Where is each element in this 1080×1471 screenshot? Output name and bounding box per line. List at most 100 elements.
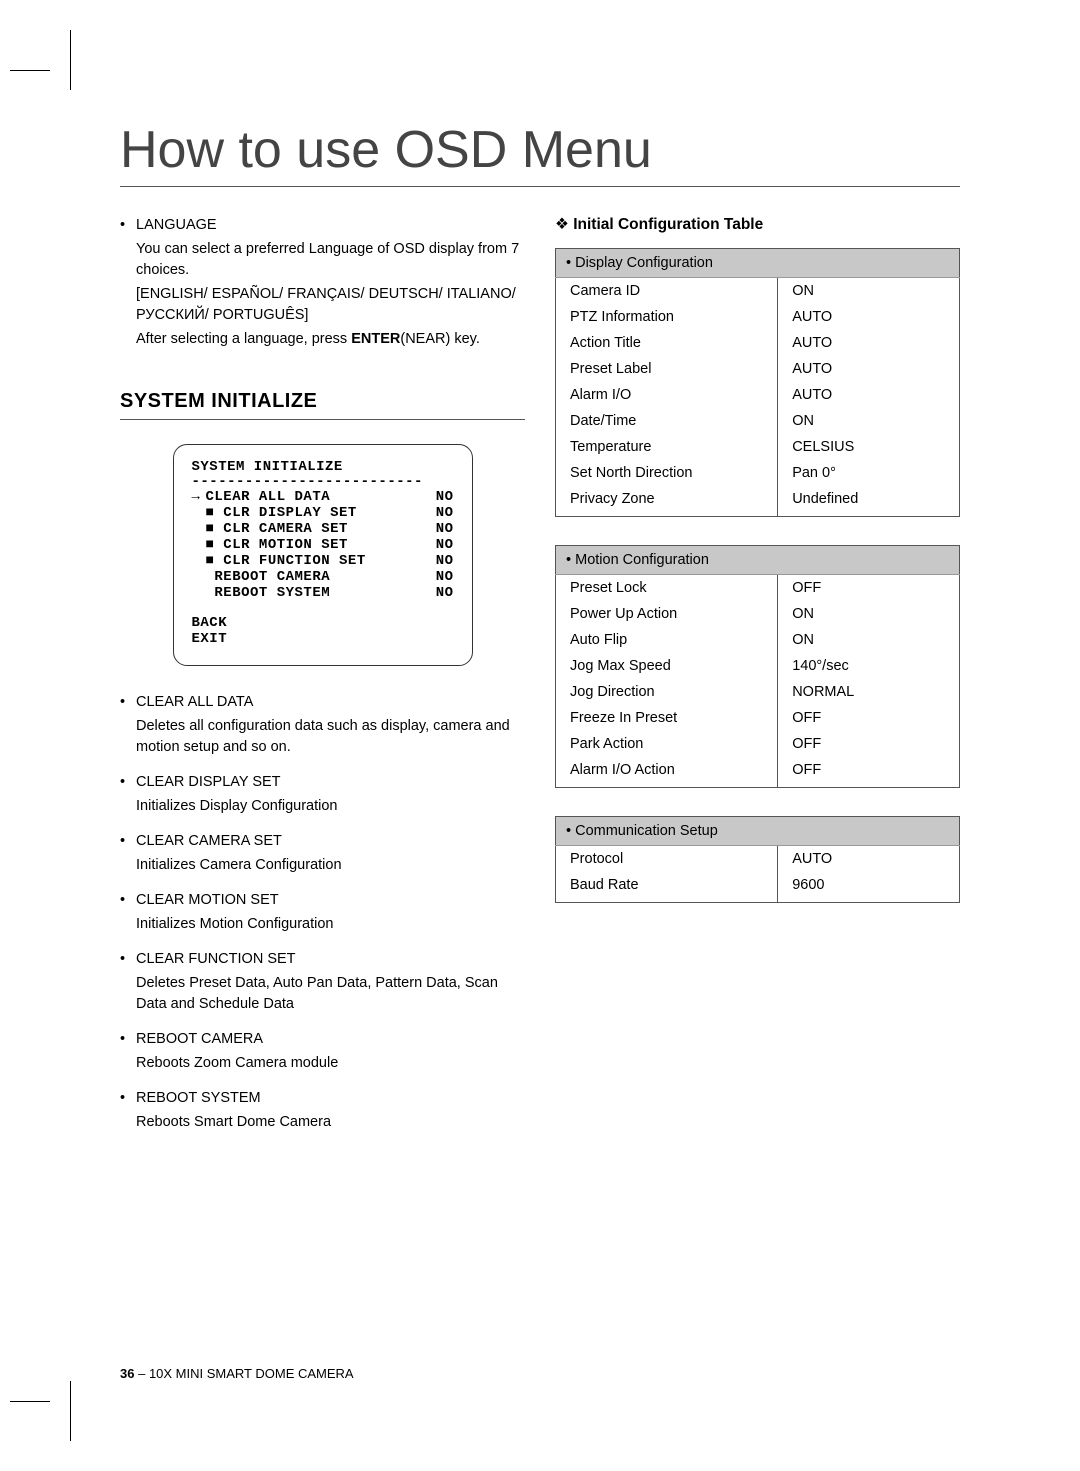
item-desc: Deletes all configuration data such as d… bbox=[136, 713, 525, 758]
cell: Undefined bbox=[778, 486, 960, 517]
item-desc: Initializes Camera Configuration bbox=[136, 852, 525, 876]
item-label: CLEAR CAMERA SET bbox=[136, 831, 525, 852]
osd-row: ■ CLR MOTION SETNO bbox=[192, 537, 454, 553]
item-desc: Deletes Preset Data, Auto Pan Data, Patt… bbox=[136, 970, 525, 1015]
right-column: Initial Configuration Table Display Conf… bbox=[555, 215, 960, 1147]
osd-row: →CLEAR ALL DATANO bbox=[192, 489, 454, 505]
osd-row: REBOOT CAMERANO bbox=[192, 569, 454, 585]
table-row: Auto FlipON bbox=[556, 627, 960, 653]
communication-setup-table: Communication Setup ProtocolAUTO Baud Ra… bbox=[555, 816, 960, 903]
cell: Pan 0° bbox=[778, 460, 960, 486]
cell: Camera ID bbox=[556, 278, 778, 305]
item-desc: Initializes Display Configuration bbox=[136, 793, 525, 817]
list-item: REBOOT CAMERAReboots Zoom Camera module bbox=[136, 1029, 525, 1074]
table-row: Privacy ZoneUndefined bbox=[556, 486, 960, 517]
section-title-system-initialize: SYSTEM INITIALIZE bbox=[120, 390, 525, 420]
cell: OFF bbox=[778, 705, 960, 731]
cell: Preset Label bbox=[556, 356, 778, 382]
list-item: CLEAR ALL DATADeletes all configuration … bbox=[136, 692, 525, 758]
osd-label: CLR MOTION SET bbox=[214, 537, 348, 553]
table-row: Preset LockOFF bbox=[556, 575, 960, 602]
cell: Set North Direction bbox=[556, 460, 778, 486]
osd-label: REBOOT CAMERA bbox=[206, 569, 331, 585]
table-row: Date/TimeON bbox=[556, 408, 960, 434]
osd-label: REBOOT SYSTEM bbox=[206, 585, 331, 601]
table-row: Preset LabelAUTO bbox=[556, 356, 960, 382]
item-desc: Initializes Motion Configuration bbox=[136, 911, 525, 935]
cell: OFF bbox=[778, 731, 960, 757]
cell: PTZ Information bbox=[556, 304, 778, 330]
item-desc: Reboots Zoom Camera module bbox=[136, 1050, 525, 1074]
cell: CELSIUS bbox=[778, 434, 960, 460]
item-desc: Reboots Smart Dome Camera bbox=[136, 1109, 525, 1133]
cell: Preset Lock bbox=[556, 575, 778, 602]
item-label: CLEAR ALL DATA bbox=[136, 692, 525, 713]
osd-label: CLEAR ALL DATA bbox=[206, 489, 331, 505]
osd-row: REBOOT SYSTEMNO bbox=[192, 585, 454, 601]
cell: Privacy Zone bbox=[556, 486, 778, 517]
osd-row: ■ CLR FUNCTION SETNO bbox=[192, 553, 454, 569]
table-row: Park ActionOFF bbox=[556, 731, 960, 757]
cell: AUTO bbox=[778, 846, 960, 873]
table-row: Freeze In PresetOFF bbox=[556, 705, 960, 731]
product-name: 10X MINI SMART DOME CAMERA bbox=[149, 1366, 354, 1381]
cell: Freeze In Preset bbox=[556, 705, 778, 731]
cell: AUTO bbox=[778, 330, 960, 356]
text: After selecting a language, press bbox=[136, 331, 351, 347]
osd-value: NO bbox=[436, 505, 454, 521]
cell: NORMAL bbox=[778, 679, 960, 705]
table-row: Set North DirectionPan 0° bbox=[556, 460, 960, 486]
cell: Jog Direction bbox=[556, 679, 778, 705]
enter-key-label: ENTER bbox=[351, 331, 400, 347]
osd-value: NO bbox=[436, 553, 454, 569]
table-row: Jog Max Speed140°/sec bbox=[556, 653, 960, 679]
osd-exit: EXIT bbox=[192, 631, 454, 647]
config-table-heading: Initial Configuration Table bbox=[555, 215, 960, 234]
osd-separator bbox=[192, 475, 454, 489]
cell: ON bbox=[778, 627, 960, 653]
list-item: CLEAR FUNCTION SETDeletes Preset Data, A… bbox=[136, 949, 525, 1015]
list-item: CLEAR MOTION SETInitializes Motion Confi… bbox=[136, 890, 525, 935]
cell: Baud Rate bbox=[556, 872, 778, 903]
cell: AUTO bbox=[778, 304, 960, 330]
item-desc: After selecting a language, press ENTER(… bbox=[136, 326, 525, 350]
table-row: Action TitleAUTO bbox=[556, 330, 960, 356]
cell: ON bbox=[778, 601, 960, 627]
osd-value: NO bbox=[436, 521, 454, 537]
item-label: CLEAR DISPLAY SET bbox=[136, 772, 525, 793]
cell: OFF bbox=[778, 757, 960, 788]
table-row: PTZ InformationAUTO bbox=[556, 304, 960, 330]
arrow-icon: → bbox=[192, 489, 206, 505]
left-column: LANGUAGE You can select a preferred Lang… bbox=[120, 215, 525, 1147]
page-footer: 36 – 10X MINI SMART DOME CAMERA bbox=[120, 1366, 354, 1381]
cell: Date/Time bbox=[556, 408, 778, 434]
page-title: How to use OSD Menu bbox=[120, 120, 960, 187]
osd-row: ■ CLR DISPLAY SETNO bbox=[192, 505, 454, 521]
motion-config-table: Motion Configuration Preset LockOFF Powe… bbox=[555, 545, 960, 788]
crop-mark bbox=[10, 1381, 50, 1421]
cell: 140°/sec bbox=[778, 653, 960, 679]
cell: ON bbox=[778, 278, 960, 305]
cell: 9600 bbox=[778, 872, 960, 903]
cell: Temperature bbox=[556, 434, 778, 460]
table-row: ProtocolAUTO bbox=[556, 846, 960, 873]
table-row: Baud Rate9600 bbox=[556, 872, 960, 903]
cell: Auto Flip bbox=[556, 627, 778, 653]
table-row: Alarm I/OAUTO bbox=[556, 382, 960, 408]
item-label: LANGUAGE bbox=[136, 215, 525, 236]
cell: Alarm I/O bbox=[556, 382, 778, 408]
osd-label: CLR DISPLAY SET bbox=[214, 505, 356, 521]
osd-title: SYSTEM INITIALIZE bbox=[192, 459, 454, 475]
list-item: CLEAR DISPLAY SETInitializes Display Con… bbox=[136, 772, 525, 817]
crop-mark bbox=[10, 50, 50, 90]
osd-value: NO bbox=[436, 537, 454, 553]
osd-back: BACK bbox=[192, 615, 454, 631]
cell: Park Action bbox=[556, 731, 778, 757]
cell: Jog Max Speed bbox=[556, 653, 778, 679]
table-row: Alarm I/O ActionOFF bbox=[556, 757, 960, 788]
item-label: CLEAR MOTION SET bbox=[136, 890, 525, 911]
cell: ON bbox=[778, 408, 960, 434]
list-item: CLEAR CAMERA SETInitializes Camera Confi… bbox=[136, 831, 525, 876]
language-item: LANGUAGE You can select a preferred Lang… bbox=[136, 215, 525, 350]
table-row: Power Up ActionON bbox=[556, 601, 960, 627]
